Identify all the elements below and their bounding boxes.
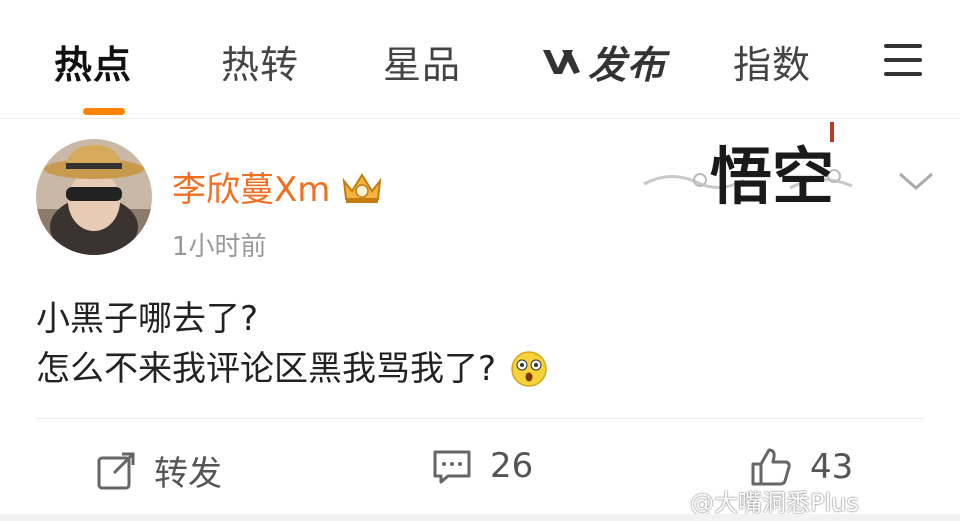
avatar[interactable] (36, 139, 152, 255)
post-text-line-2: 怎么不来我评论区黑我骂我了? (36, 349, 497, 389)
post-line-1: 小黑子哪去了? (36, 294, 548, 344)
bottom-strip (0, 514, 960, 521)
tab-hot-repost[interactable]: 热转 (221, 34, 299, 89)
like-count: 43 (810, 447, 854, 487)
tab-v-publish[interactable]: 发布 (540, 34, 666, 89)
like-button[interactable]: 43 (750, 446, 853, 488)
decoration-text: 悟空 (710, 140, 834, 213)
active-tab-indicator (83, 108, 125, 115)
tab-hot[interactable]: 热点 (54, 34, 132, 89)
surprised-emoji-icon (511, 351, 547, 387)
tab-star-products[interactable]: 星品 (383, 34, 461, 89)
post-line-2: 怎么不来我评论区黑我骂我了? (36, 344, 548, 394)
decoration-calligraphy: 悟空 (643, 122, 853, 213)
comment-count: 26 (490, 446, 534, 486)
crown-badge-icon (343, 172, 382, 203)
chevron-down-icon[interactable] (896, 168, 936, 194)
watermark: @大嘴洞悉Plus (690, 489, 859, 517)
username[interactable]: 李欣蔓Xm (172, 162, 330, 211)
divider (36, 418, 924, 419)
post-content: 小黑子哪去了? 怎么不来我评论区黑我骂我了? (36, 294, 548, 394)
menu-icon[interactable] (884, 44, 922, 78)
thumbs-up-icon (751, 448, 791, 486)
tab-v-publish-label: 发布 (588, 43, 667, 87)
post-time: 1小时前 (172, 232, 267, 262)
repost-button[interactable]: 转发 (96, 446, 222, 495)
top-tab-bar: 热点 热转 星品 发布 指数 (0, 0, 960, 115)
username-row: 李欣蔓Xm (172, 162, 384, 211)
post-text-line-1: 小黑子哪去了? (36, 299, 259, 339)
tab-index[interactable]: 指数 (733, 34, 811, 89)
v-logo-icon (543, 49, 580, 74)
repost-icon (97, 452, 135, 489)
comment-button[interactable]: 26 (432, 446, 533, 486)
repost-label: 转发 (154, 454, 222, 494)
comment-icon (433, 450, 471, 484)
